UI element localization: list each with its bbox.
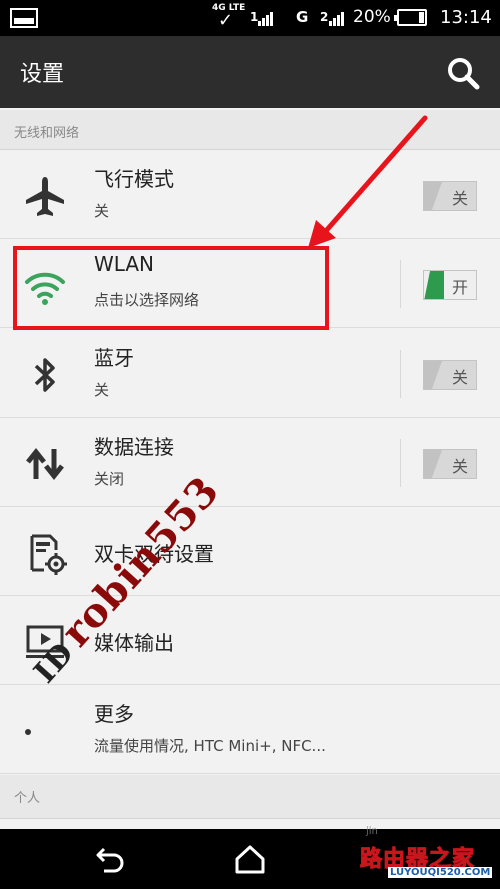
back-icon[interactable]: [92, 841, 128, 877]
battery-icon: [394, 9, 427, 26]
row-subtitle-more: 流量使用情况, HTC Mini+, NFC...: [94, 737, 326, 755]
sim-settings-icon: [30, 534, 67, 575]
signal-2-prefix: 2: [320, 10, 329, 24]
section-header-personal: 个人: [0, 775, 500, 819]
logo-domain-text: LUYOUQI520.COM: [388, 867, 493, 878]
toggle-label: 关: [451, 368, 468, 387]
signal-2-icon: [329, 10, 344, 26]
toggle-wedge: [424, 450, 442, 478]
highlight-box: [13, 246, 329, 330]
section-label-personal: 个人: [14, 791, 41, 806]
bluetooth-icon: [34, 358, 55, 392]
search-icon[interactable]: [446, 56, 480, 90]
wlan-toggle[interactable]: 开: [423, 270, 477, 300]
section-header-wireless: 无线和网络: [0, 110, 500, 150]
row-subtitle-airplane: 关: [94, 202, 110, 220]
logo-small-text: jin: [366, 826, 378, 837]
toggle-wedge: [424, 361, 442, 389]
mobile-data-toggle[interactable]: 关: [423, 449, 477, 479]
row-title-airplane: 飞行模式: [94, 167, 174, 191]
toggle-wedge: [424, 182, 442, 210]
status-clock: 13:14: [440, 7, 492, 28]
battery-percent: 20%: [353, 7, 391, 27]
check-icon: ✓: [218, 10, 234, 31]
airplane-icon: [26, 177, 64, 216]
toggle-label: 关: [451, 189, 468, 208]
carrier-g-label: G: [296, 8, 309, 26]
section-label-wireless: 无线和网络: [14, 126, 80, 141]
settings-row-more[interactable]: 更多 流量使用情况, HTC Mini+, NFC...: [0, 686, 500, 774]
settings-row-bluetooth[interactable]: 蓝牙 关 关: [0, 330, 500, 418]
row-subtitle-bluetooth: 关: [94, 381, 110, 399]
status-bar: 4G LTE ✓ 1 G 2 20% 13:14: [0, 0, 500, 36]
home-icon[interactable]: [232, 841, 268, 877]
site-logo: jin 路由器之家 LUYOUQI520.COM: [358, 826, 500, 878]
row-subtitle-mobile-data: 关闭: [94, 470, 125, 488]
row-title-mobile-data: 数据连接: [94, 435, 174, 459]
data-transfer-icon: [26, 447, 64, 481]
settings-row-dual-sim[interactable]: 双卡双待设置: [0, 508, 500, 596]
bluetooth-toggle[interactable]: 关: [423, 360, 477, 390]
row-divider: [400, 350, 401, 398]
gallery-notification-icon: [10, 8, 38, 28]
settings-row-mobile-data[interactable]: 数据连接 关闭 关: [0, 419, 500, 507]
airplane-toggle[interactable]: 关: [423, 181, 477, 211]
settings-row-airplane[interactable]: 飞行模式 关 关: [0, 151, 500, 239]
row-divider: [400, 260, 401, 308]
more-dot-icon: [25, 729, 31, 735]
row-title-bluetooth: 蓝牙: [94, 346, 134, 370]
row-divider: [400, 439, 401, 487]
page-title: 设置: [20, 62, 65, 87]
action-bar: 设置: [0, 36, 500, 108]
toggle-label: 关: [451, 457, 468, 476]
toggle-wedge: [424, 271, 444, 299]
row-title-more: 更多: [94, 702, 134, 726]
signal-1-icon: [258, 10, 273, 26]
toggle-label: 开: [451, 278, 468, 297]
